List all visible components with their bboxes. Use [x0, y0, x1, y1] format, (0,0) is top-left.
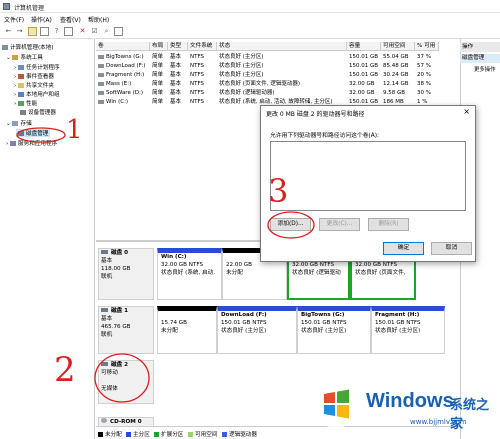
annotation-circle-2	[94, 353, 150, 403]
watermark-url: www.bjjmlv.com	[410, 418, 467, 426]
annotation-circle-1	[16, 127, 66, 143]
windows-logo-icon	[312, 380, 360, 428]
annotation-number-3: 3	[268, 172, 289, 210]
watermark-brand: Windows	[366, 390, 454, 412]
windows-watermark: Windows 系统之家 www.bjjmlv.com	[308, 372, 500, 439]
watermark-suffix: 系统之家	[450, 398, 490, 432]
annotation-number-1: 1	[66, 115, 83, 145]
annotation-circle-3	[267, 211, 315, 239]
annotation-number-2: 2	[54, 350, 76, 390]
